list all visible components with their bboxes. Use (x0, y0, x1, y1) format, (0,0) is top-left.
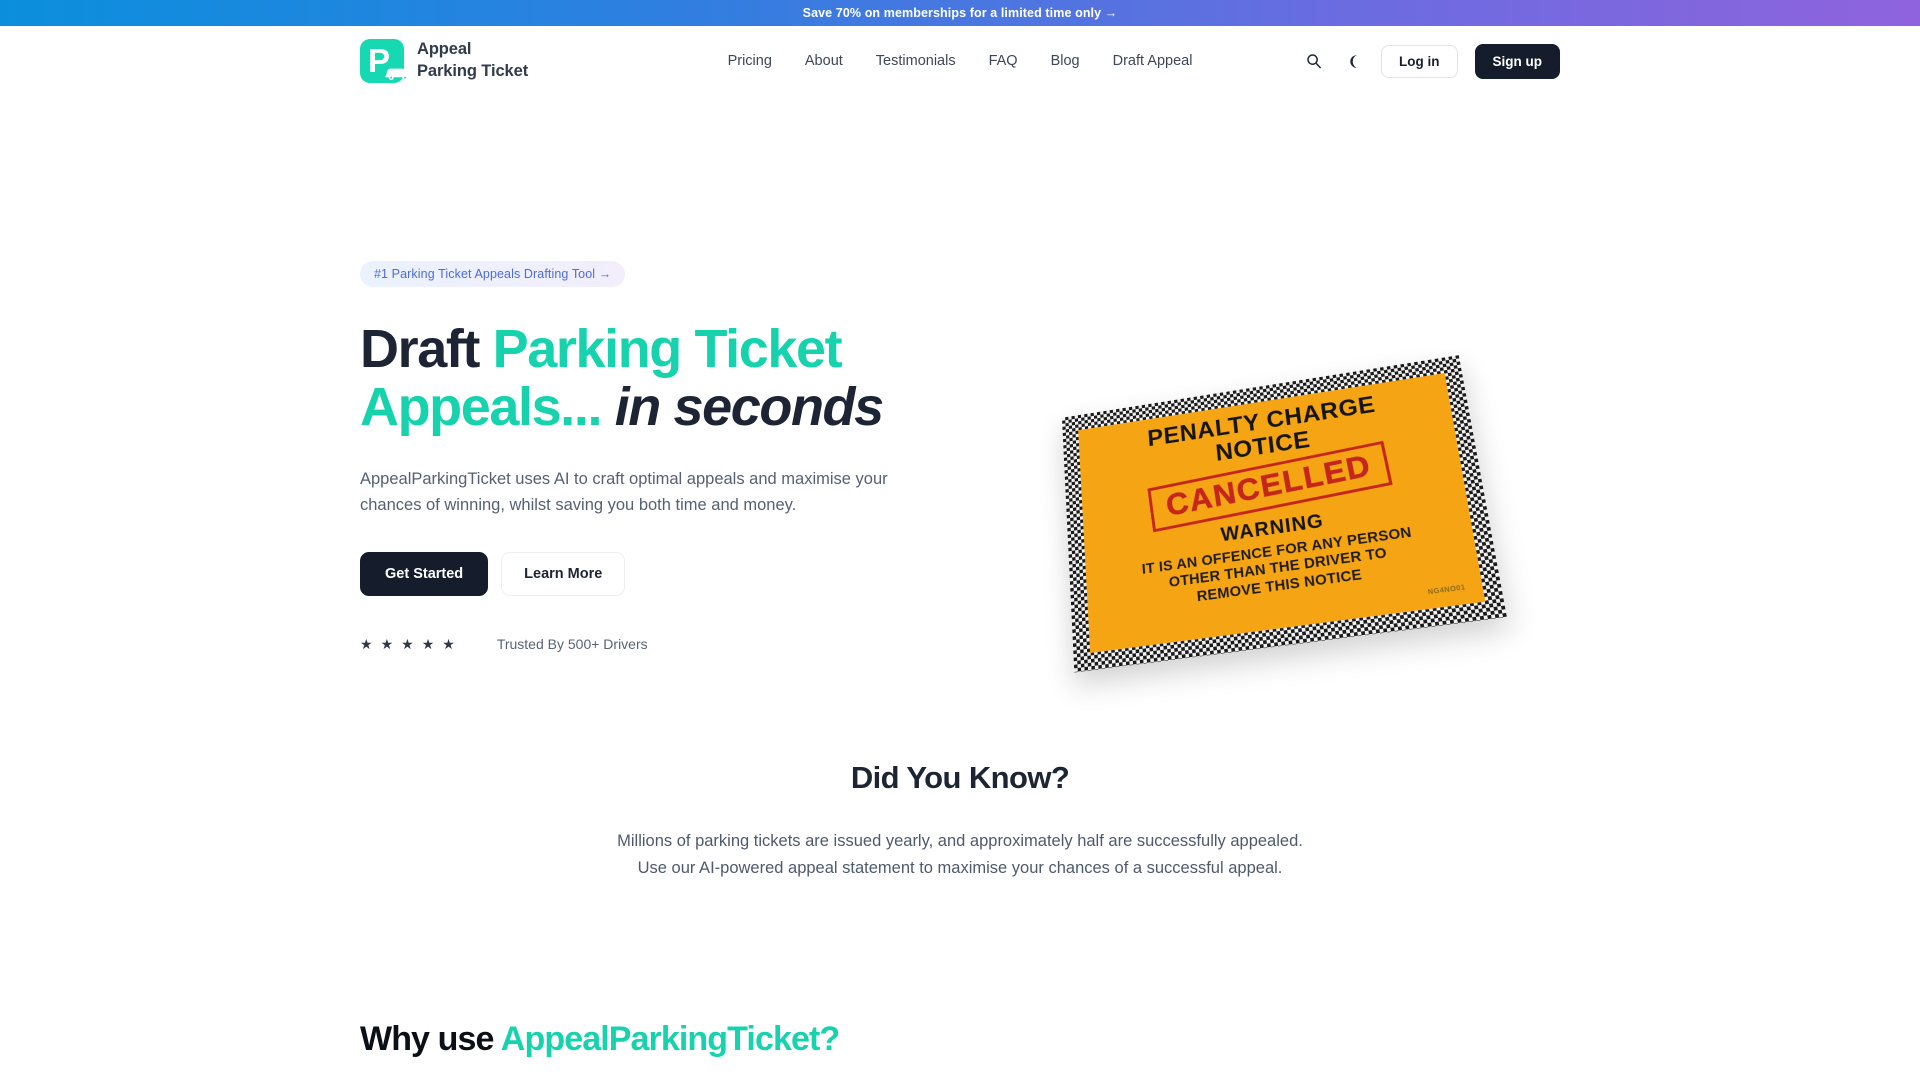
brand-logo-link[interactable]: P Appeal Parking Ticket (360, 39, 528, 83)
get-started-button[interactable]: Get Started (360, 552, 489, 597)
nav-item-faq[interactable]: FAQ (989, 53, 1018, 69)
star-rating: ★ ★ ★ ★ ★ (360, 637, 455, 651)
trust-text: Trusted By 500+ Drivers (496, 636, 648, 653)
hero-title: Draft Parking Ticket Appeals... in secon… (360, 320, 960, 437)
ticket-serial-code: NG4NO01 (1427, 584, 1467, 597)
car-icon (385, 68, 411, 81)
hero-title-part4: in seconds (601, 377, 884, 438)
nav-item-testimonials[interactable]: Testimonials (876, 53, 956, 69)
nav-item-about[interactable]: About (805, 53, 843, 69)
login-button[interactable]: Log in (1381, 44, 1458, 78)
penalty-charge-notice-cancelled: PENALTY CHARGE NOTICE CANCELLED WARNING … (1061, 355, 1507, 673)
hero-title-part3: ... (560, 377, 602, 438)
brand-name-line1: Appeal (417, 40, 472, 59)
brand-name: Appeal Parking Ticket (417, 39, 528, 83)
promo-banner[interactable]: Save 70% on memberships for a limited ti… (0, 0, 1920, 26)
site-header: P Appeal Parking Ticket Pricing About Te… (0, 26, 1920, 96)
did-you-know-body: Millions of parking tickets are issued y… (617, 832, 1303, 877)
search-icon[interactable] (1303, 50, 1325, 72)
cancelled-stamp-text: CANCELLED (1163, 447, 1374, 523)
parking-p-car-icon: P (360, 39, 411, 83)
did-you-know-title: Did You Know? (850, 760, 1070, 796)
signup-button[interactable]: Sign up (1474, 43, 1560, 79)
hero-badge[interactable]: #1 Parking Ticket Appeals Drafting Tool … (360, 261, 626, 287)
star-icon: ★ (360, 636, 373, 653)
hero-title-part1: Draft (360, 319, 493, 379)
dark-mode-toggle-glyph (1349, 54, 1357, 68)
why-use-title: Why use AppealParkingTicket? (360, 1020, 1560, 1059)
why-use-title-part2: AppealParkingTicket? (500, 1019, 840, 1058)
hero-visual: PENALTY CHARGE NOTICE CANCELLED WARNING … (1060, 355, 1510, 676)
hero-trust-row: ★ ★ ★ ★ ★ Trusted By 500+ Drivers (360, 636, 960, 652)
why-use-title-part1: Why use (360, 1019, 501, 1058)
hero-subtitle: AppealParkingTicket uses AI to craft opt… (360, 469, 888, 515)
hero-copy: #1 Parking Ticket Appeals Drafting Tool … (360, 261, 960, 652)
brand-name-line2: Parking Ticket (417, 62, 529, 80)
did-you-know-section: Did You Know? Millions of parking ticket… (0, 760, 1920, 881)
header-inner: P Appeal Parking Ticket Pricing About Te… (0, 39, 1920, 83)
promo-banner-text: Save 70% on memberships for a limited ti… (802, 6, 1118, 20)
star-icon: ★ (442, 636, 455, 653)
learn-more-button[interactable]: Learn More (501, 552, 626, 597)
hero-section: #1 Parking Ticket Appeals Drafting Tool … (0, 96, 1920, 673)
header-actions: Log in Sign up (1303, 43, 1560, 79)
nav-item-pricing[interactable]: Pricing (728, 53, 772, 69)
star-icon: ★ (401, 636, 414, 653)
star-icon: ★ (421, 636, 435, 653)
star-icon: ★ (380, 636, 394, 653)
moon-icon[interactable] (1342, 50, 1364, 72)
why-use-section: Why use AppealParkingTicket? (0, 1020, 1920, 1059)
hero-cta-group: Get Started Learn More (360, 552, 960, 597)
nav-item-draft-appeal[interactable]: Draft Appeal (1113, 53, 1193, 69)
main-nav: Pricing About Testimonials FAQ Blog Draf… (728, 53, 1193, 69)
nav-item-blog[interactable]: Blog (1051, 53, 1080, 69)
